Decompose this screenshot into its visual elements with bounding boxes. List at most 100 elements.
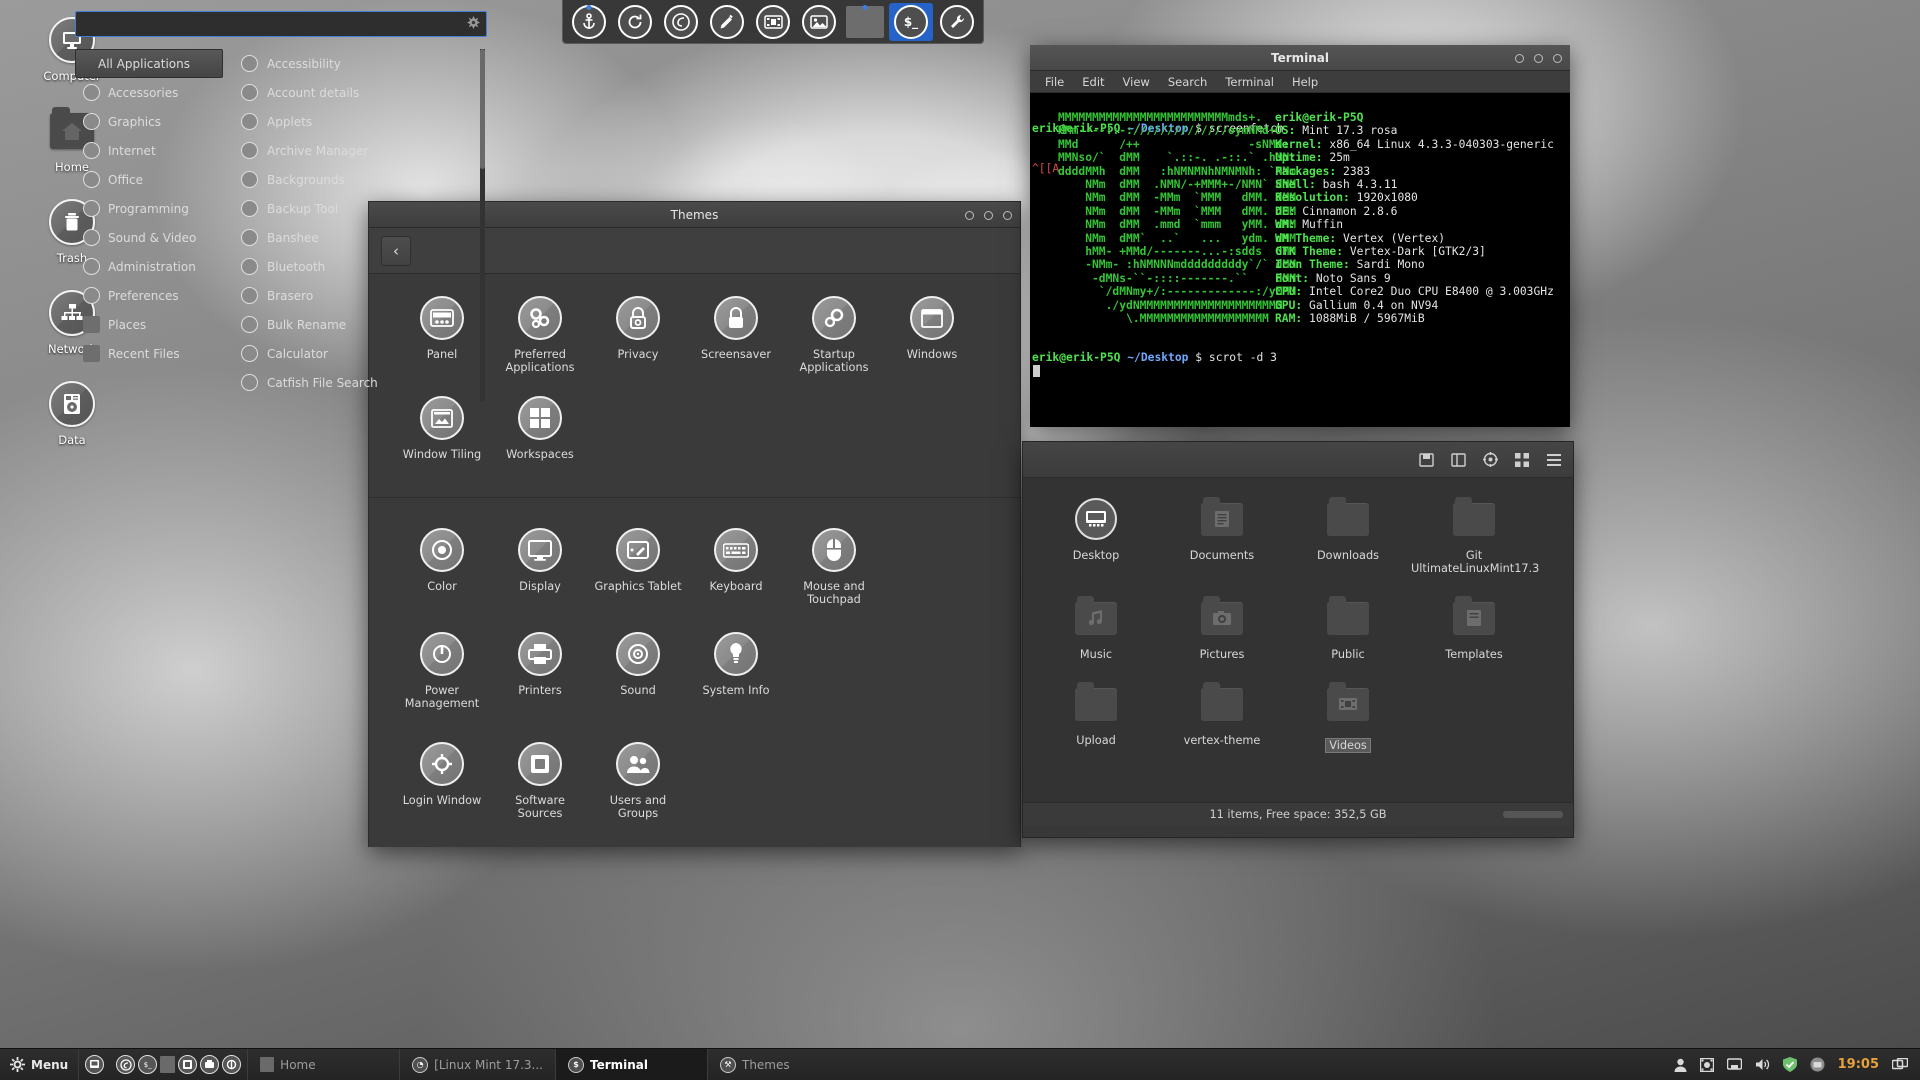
location-icon[interactable] bbox=[1479, 449, 1501, 471]
settings-item-preferred-applications[interactable]: Preferred Applications bbox=[491, 296, 589, 374]
show-desktop-icon[interactable] bbox=[1892, 1058, 1908, 1071]
menu-app-account-details[interactable]: Account details bbox=[233, 78, 487, 107]
menu-file[interactable]: File bbox=[1038, 73, 1071, 91]
dock-item-anchor[interactable] bbox=[567, 3, 611, 41]
taskbar-item-themes[interactable]: ⚒Themes bbox=[707, 1049, 859, 1080]
settings-item-users-and-groups[interactable]: Users and Groups bbox=[589, 742, 687, 820]
find-icon[interactable] bbox=[467, 16, 480, 29]
settings-item-keyboard[interactable]: Keyboard bbox=[687, 528, 785, 606]
file-item[interactable]: Public bbox=[1285, 595, 1411, 661]
dock-item-refresh[interactable] bbox=[613, 3, 657, 41]
menu-app-calculator[interactable]: Calculator bbox=[233, 339, 487, 368]
settings-item-windows[interactable]: Windows bbox=[883, 296, 981, 374]
screenshot-icon[interactable] bbox=[1700, 1058, 1714, 1072]
settings-item-graphics-tablet[interactable]: Graphics Tablet bbox=[589, 528, 687, 606]
menu-app-accessibility[interactable]: Accessibility bbox=[233, 49, 487, 78]
settings-item-startup-applications[interactable]: Startup Applications bbox=[785, 296, 883, 374]
settings-item-color[interactable]: Color bbox=[393, 528, 491, 606]
menu-app-backgrounds[interactable]: Backgrounds bbox=[233, 165, 487, 194]
close-button[interactable] bbox=[1003, 211, 1012, 220]
menu-category-graphics[interactable]: Graphics bbox=[75, 107, 223, 136]
file-item[interactable]: Templates bbox=[1411, 595, 1537, 661]
dock-item-tools[interactable] bbox=[935, 3, 979, 41]
menu-terminal[interactable]: Terminal bbox=[1218, 73, 1281, 91]
dock-item-browser[interactable] bbox=[659, 3, 703, 41]
settings-item-printers[interactable]: Printers bbox=[491, 632, 589, 710]
menu-edit[interactable]: Edit bbox=[1075, 73, 1111, 91]
taskbar-item-home[interactable]: Home bbox=[247, 1049, 399, 1080]
menu-app-archive-manager[interactable]: Archive Manager bbox=[233, 136, 487, 165]
file-item[interactable]: Downloads bbox=[1285, 496, 1411, 575]
file-item[interactable]: Documents bbox=[1159, 496, 1285, 575]
menu-category-sound-video[interactable]: Sound & Video bbox=[75, 223, 223, 252]
software-launcher-icon[interactable] bbox=[178, 1055, 197, 1074]
terminal-titlebar[interactable]: Terminal bbox=[1030, 45, 1570, 71]
menu-app-applets[interactable]: Applets bbox=[233, 107, 487, 136]
list-view-icon[interactable] bbox=[1543, 449, 1565, 471]
settings-item-screensaver[interactable]: Screensaver bbox=[687, 296, 785, 374]
maximize-button[interactable] bbox=[984, 211, 993, 220]
files-launcher-icon[interactable] bbox=[85, 1055, 104, 1074]
save-icon[interactable] bbox=[1415, 449, 1437, 471]
update-icon[interactable] bbox=[1810, 1057, 1825, 1072]
menu-category-office[interactable]: Office bbox=[75, 165, 223, 194]
file-item[interactable]: Pictures bbox=[1159, 595, 1285, 661]
dock-item-blank[interactable] bbox=[843, 3, 887, 41]
minimize-button[interactable] bbox=[1515, 54, 1524, 63]
update-launcher-icon[interactable] bbox=[200, 1055, 219, 1074]
dock-item-video[interactable] bbox=[751, 3, 795, 41]
menu-help[interactable]: Help bbox=[1285, 73, 1325, 91]
settings-item-login-window[interactable]: Login Window bbox=[393, 742, 491, 820]
file-item[interactable]: Music bbox=[1033, 595, 1159, 661]
menu-app-backup-tool[interactable]: Backup Tool bbox=[233, 194, 487, 223]
menu-category-accessories[interactable]: Accessories bbox=[75, 78, 223, 107]
search-input[interactable] bbox=[75, 11, 487, 37]
minimize-button[interactable] bbox=[965, 211, 974, 220]
menu-category-administration[interactable]: Administration bbox=[75, 252, 223, 281]
menu-category-preferences[interactable]: Preferences bbox=[75, 281, 223, 310]
menu-category-places[interactable]: Places bbox=[75, 310, 223, 339]
file-item[interactable]: Git UltimateLinuxMint17.3 bbox=[1411, 496, 1537, 575]
grid-view-icon[interactable] bbox=[1511, 449, 1533, 471]
menu-app-banshee[interactable]: Banshee bbox=[233, 223, 487, 252]
menu-scrollbar[interactable] bbox=[480, 49, 485, 401]
close-button[interactable] bbox=[1553, 54, 1562, 63]
taskbar-item-terminal[interactable]: $Terminal bbox=[555, 1049, 707, 1080]
blank-launcher-icon[interactable] bbox=[160, 1056, 175, 1073]
settings-item-system-info[interactable]: System Info bbox=[687, 632, 785, 710]
settings-item-software-sources[interactable]: Software Sources bbox=[491, 742, 589, 820]
settings-item-sound[interactable]: Sound bbox=[589, 632, 687, 710]
volume-icon[interactable] bbox=[1755, 1058, 1770, 1071]
taskbar-item--linux-mint-17-3[interactable]: ◔[Linux Mint 17.3... bbox=[399, 1049, 555, 1080]
clock[interactable]: 19:05 bbox=[1838, 1057, 1879, 1072]
settings-item-display[interactable]: Display bbox=[491, 528, 589, 606]
menu-app-bulk-rename[interactable]: Bulk Rename bbox=[233, 310, 487, 339]
menu-search[interactable]: Search bbox=[1161, 73, 1215, 91]
dock-item-image[interactable] bbox=[797, 3, 841, 41]
settings-item-workspaces[interactable]: Workspaces bbox=[491, 396, 589, 461]
file-item[interactable]: Videos bbox=[1285, 681, 1411, 753]
file-manager-icon-view[interactable]: DesktopDocumentsDownloadsGit UltimateLin… bbox=[1023, 478, 1573, 802]
shield-icon[interactable] bbox=[1783, 1057, 1797, 1072]
menu-view[interactable]: View bbox=[1116, 73, 1157, 91]
zoom-slider[interactable] bbox=[1503, 811, 1563, 818]
settings-launcher-icon[interactable] bbox=[222, 1055, 241, 1074]
maximize-button[interactable] bbox=[1534, 54, 1543, 63]
menu-category-all-applications[interactable]: All Applications bbox=[75, 49, 223, 78]
settings-item-privacy[interactable]: Privacy bbox=[589, 296, 687, 374]
menu-button[interactable]: Menu bbox=[0, 1049, 78, 1080]
menu-category-internet[interactable]: Internet bbox=[75, 136, 223, 165]
menu-app-catfish-file-search[interactable]: Catfish File Search bbox=[233, 368, 487, 397]
user-icon[interactable] bbox=[1674, 1058, 1687, 1072]
dock-item-terminal[interactable]: $_ bbox=[889, 3, 933, 41]
terminal-launcher-icon[interactable]: $_ bbox=[138, 1055, 157, 1074]
menu-category-programming[interactable]: Programming bbox=[75, 194, 223, 223]
split-view-icon[interactable] bbox=[1447, 449, 1469, 471]
file-item[interactable]: Desktop bbox=[1033, 496, 1159, 575]
file-item[interactable]: vertex-theme bbox=[1159, 681, 1285, 753]
menu-app-bluetooth[interactable]: Bluetooth bbox=[233, 252, 487, 281]
file-item[interactable]: Upload bbox=[1033, 681, 1159, 753]
menu-category-recent-files[interactable]: Recent Files bbox=[75, 339, 223, 368]
menu-app-brasero[interactable]: Brasero bbox=[233, 281, 487, 310]
settings-item-mouse-and-touchpad[interactable]: Mouse and Touchpad bbox=[785, 528, 883, 606]
